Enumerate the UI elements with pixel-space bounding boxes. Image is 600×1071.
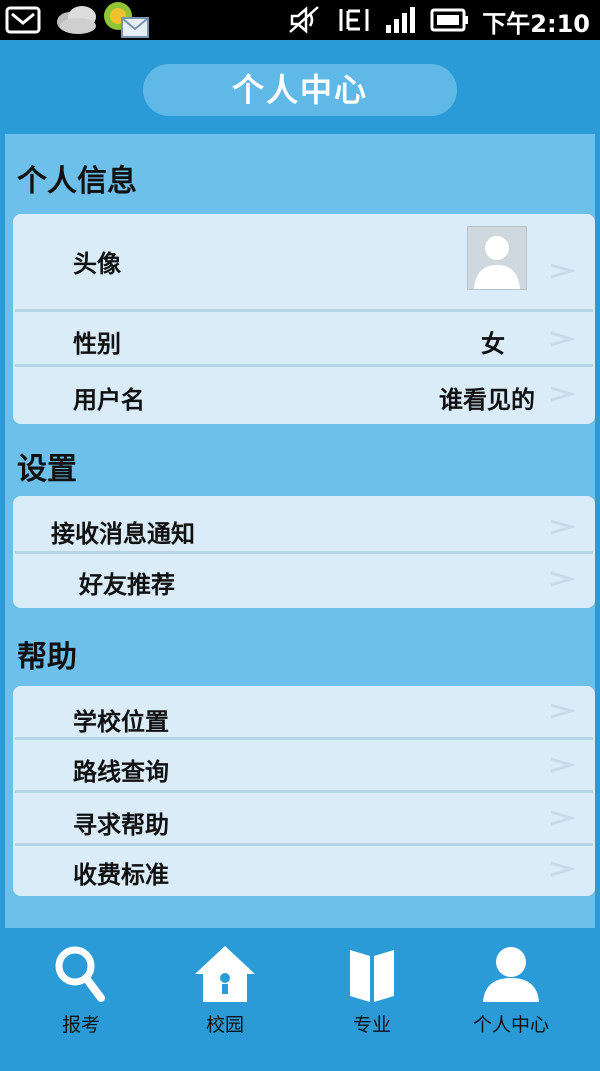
- row-label-seek-help: 寻求帮助: [73, 811, 169, 839]
- row-avatar[interactable]: 头像: [15, 216, 593, 312]
- signal-bars-icon: [386, 7, 415, 33]
- gender-value: 女: [481, 330, 505, 358]
- username-value: 谁看见的: [439, 386, 535, 414]
- nav-label-major: 专业: [352, 1014, 391, 1036]
- chevron-right-icon: [550, 861, 575, 877]
- row-label-route-query: 路线查询: [73, 758, 169, 786]
- row-username[interactable]: 用户名 谁看见的: [15, 367, 593, 422]
- nav-label-exam: 报考: [61, 1014, 100, 1036]
- row-receive-notifications[interactable]: 接收消息通知: [15, 498, 593, 554]
- row-school-location[interactable]: 学校位置: [15, 688, 593, 740]
- book-icon: [350, 950, 394, 1002]
- row-label-friend-recommend: 好友推荐: [79, 571, 175, 599]
- row-label-avatar: 头像: [73, 250, 121, 278]
- status-time: 下午2:10: [482, 10, 590, 38]
- mute-icon: [289, 6, 319, 34]
- chevron-right-icon: [550, 386, 575, 402]
- user-icon: [483, 947, 539, 1002]
- chevron-right-icon: [550, 331, 575, 347]
- row-label-school-location: 学校位置: [73, 708, 169, 736]
- nav-item-personal-center[interactable]: 个人中心: [436, 928, 586, 1071]
- app-message-icon: [104, 2, 149, 38]
- nav-label-campus: 校园: [205, 1014, 244, 1036]
- bottom-nav: 报考 校园 专业 个人中心: [0, 928, 600, 1071]
- row-gender[interactable]: 性别 女: [15, 312, 593, 367]
- chevron-right-icon: [550, 263, 575, 279]
- house-icon: [195, 946, 255, 1002]
- section-title-help: 帮助: [17, 640, 77, 675]
- battery-icon: [430, 8, 468, 32]
- row-friend-recommend[interactable]: 好友推荐: [15, 554, 593, 606]
- row-seek-help[interactable]: 寻求帮助: [15, 793, 593, 846]
- section-title-personal: 个人信息: [17, 164, 137, 199]
- weather-icon: [57, 6, 96, 34]
- chevron-right-icon: [550, 703, 575, 719]
- mail-icon: [5, 6, 41, 34]
- help-group: 学校位置 路线查询 寻求帮助 收费标准: [13, 686, 595, 896]
- chevron-right-icon: [550, 757, 575, 773]
- status-bar: 下午2:10: [0, 0, 600, 40]
- chevron-right-icon: [550, 571, 575, 587]
- page-title: 个人中心: [143, 64, 457, 116]
- row-label-notifications: 接收消息通知: [51, 520, 195, 548]
- nav-item-exam[interactable]: 报考: [6, 928, 156, 1071]
- settings-group: 接收消息通知 好友推荐: [13, 496, 595, 608]
- row-label-gender: 性别: [73, 330, 121, 358]
- nav-label-personal-center: 个人中心: [472, 1014, 549, 1036]
- chevron-right-icon: [550, 519, 575, 535]
- avatar-placeholder-icon: [474, 236, 520, 289]
- row-route-query[interactable]: 路线查询: [15, 740, 593, 793]
- search-icon: [55, 946, 105, 1002]
- row-label-fee-standard: 收费标准: [73, 861, 169, 889]
- nav-item-campus[interactable]: 校园: [150, 928, 300, 1071]
- row-label-username: 用户名: [73, 386, 145, 414]
- nav-item-major[interactable]: 专业: [297, 928, 447, 1071]
- section-title-settings: 设置: [17, 452, 77, 487]
- signal-e-icon: [339, 9, 369, 31]
- avatar[interactable]: [467, 226, 527, 290]
- row-fee-standard[interactable]: 收费标准: [15, 846, 593, 894]
- personal-info-group: 头像 性别 女 用户名 谁看见的: [13, 214, 595, 424]
- content-panel: 个人信息 头像 性别 女 用户名 谁看见的 设置 接收消息通知 好友推荐 帮助 …: [5, 134, 595, 928]
- chevron-right-icon: [550, 810, 575, 826]
